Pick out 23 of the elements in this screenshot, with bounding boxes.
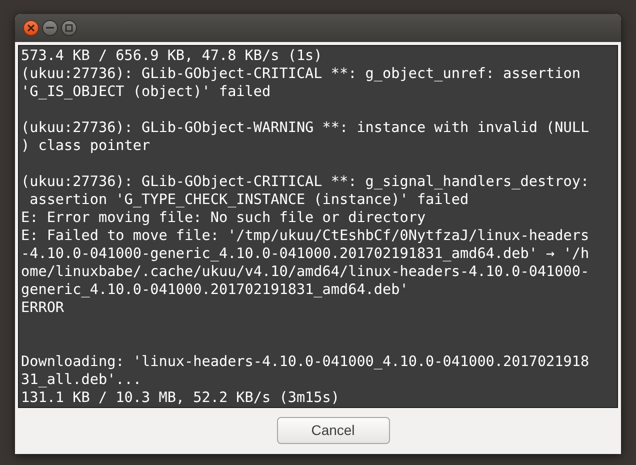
output-line: ome/linuxbabe/.cache/ukuu/v4.10/amd64/linux-headers-4.10.0-041000- [21,263,590,281]
output-line: (ukuu:27736): GLib-GObject-WARNING **: instance with invalid (NULL [21,119,590,137]
minimize-icon [46,27,54,29]
output-line: E: Failed to move file: '/tmp/ukuu/CtEshbCf/0NytfzaJ/linux-headers [21,227,590,245]
maximize-icon [65,24,73,32]
output-line: 131.1 KB / 10.3 MB, 52.2 KB/s (3m15s) [21,389,340,407]
output-line: Downloading: 'linux-headers-4.10.0-041000_4.10.0-041000.2017021918 [21,353,590,371]
minimize-button[interactable] [42,20,58,36]
output-line: assertion 'G_TYPE_CHECK_INSTANCE (instance)' failed [28,191,470,209]
output-line: -4.10.0-041000-generic_4.10.0-041000.201702191831_amd64.deb' → '/h [21,245,590,263]
output-line: ) class pointer [21,137,152,155]
output-line: (ukuu:27736): GLib-GObject-CRITICAL **: g_object_unref: assertion [21,65,582,83]
maximize-button[interactable] [61,20,77,36]
output-line: generic_4.10.0-041000.201702191831_amd64.deb' [21,281,410,299]
close-icon [27,24,35,32]
output-line: E: Error moving file: No such file or directory [21,209,427,227]
output-line: 31_all.deb'... [21,371,143,389]
output-line: (ukuu:27736): GLib-GObject-CRITICAL **: g_signal_handlers_destroy: [21,173,590,191]
output-line: 573.4 KB / 656.9 KB, 47.8 KB/s (1s) [21,47,324,65]
close-button[interactable] [23,20,39,36]
output-line: 'G_IS_OBJECT (object)' failed [21,83,272,101]
output-line: ERROR [21,299,66,317]
cancel-button[interactable]: Cancel [276,417,390,444]
